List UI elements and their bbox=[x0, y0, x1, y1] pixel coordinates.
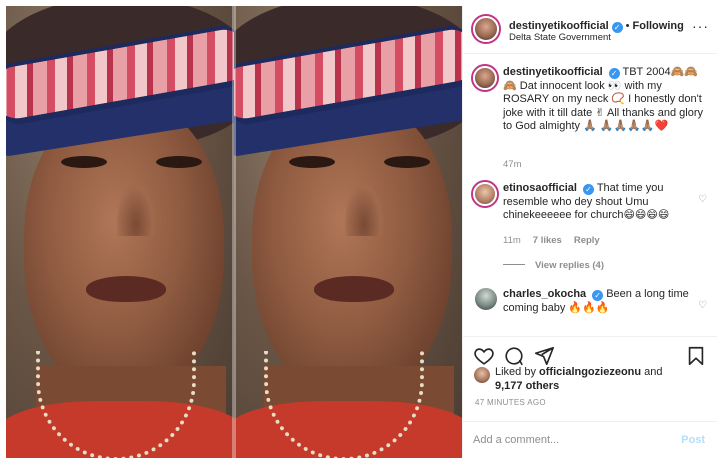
post-side-panel: destinyetikoofficial ✓ • Following Delta St… bbox=[462, 6, 717, 458]
collage-divider bbox=[232, 6, 236, 458]
add-comment-bar: Post bbox=[463, 421, 717, 458]
post-timestamp[interactable]: 47 MINUTES AGO bbox=[475, 398, 546, 407]
heart-icon[interactable] bbox=[473, 345, 495, 367]
likes-others[interactable]: 9,177 others bbox=[495, 380, 559, 392]
verified-check-icon: ✓ bbox=[608, 68, 620, 79]
comment-likes[interactable]: 7 likes bbox=[533, 235, 562, 246]
likes-summary: Liked by officialngoziezeonu and 9,177 o… bbox=[495, 366, 663, 392]
liker-avatar[interactable] bbox=[473, 366, 491, 384]
comment-like-heart-icon[interactable]: ♡ bbox=[698, 300, 707, 311]
post-location[interactable]: Delta State Government bbox=[509, 32, 611, 43]
caption-author-avatar[interactable] bbox=[471, 64, 499, 92]
comment-input[interactable] bbox=[473, 431, 663, 449]
comment-username[interactable]: charles_okocha bbox=[503, 288, 586, 300]
verified-check-icon: ✓ bbox=[582, 184, 594, 195]
commenter-avatar[interactable] bbox=[471, 180, 499, 208]
caption-time: 47m bbox=[503, 159, 522, 170]
separator-dot: • bbox=[625, 20, 630, 32]
comment-meta: 11m 7 likes Reply bbox=[503, 235, 600, 246]
comments-section: destinyetikoofficial ✓ TBT 2004🙈🙈🙈 Dat in… bbox=[463, 54, 717, 336]
comment-reply-button[interactable]: Reply bbox=[574, 235, 600, 246]
comment-item: etinosaofficial ✓ That time you resemble … bbox=[503, 182, 693, 223]
comment-bubble-icon[interactable] bbox=[503, 345, 525, 367]
verified-check-icon: ✓ bbox=[611, 22, 623, 33]
following-button[interactable]: Following bbox=[633, 20, 684, 32]
post-comment-button[interactable]: Post bbox=[681, 434, 705, 446]
comment-like-heart-icon[interactable]: ♡ bbox=[698, 194, 707, 205]
caption-username[interactable]: destinyetikoofficial bbox=[503, 66, 603, 78]
author-username[interactable]: destinyetikoofficial bbox=[509, 20, 609, 32]
more-options-icon[interactable]: ··· bbox=[692, 18, 709, 34]
instagram-post-frame: destinyetikoofficial ✓ • Following Delta St… bbox=[0, 0, 720, 463]
author-avatar[interactable] bbox=[471, 14, 501, 44]
photo-right-half bbox=[234, 6, 462, 458]
commenter-avatar[interactable] bbox=[473, 286, 499, 312]
replies-line bbox=[503, 264, 525, 265]
view-replies[interactable]: View replies (4) bbox=[503, 260, 604, 271]
liker-username[interactable]: officialngoziezeonu bbox=[539, 366, 641, 378]
comment-time: 11m bbox=[503, 235, 521, 246]
comment-item: charles_okocha ✓ Been a long time coming … bbox=[503, 288, 693, 315]
photo-left-half bbox=[6, 6, 234, 458]
bookmark-icon[interactable] bbox=[685, 345, 707, 367]
paper-plane-icon[interactable] bbox=[533, 345, 555, 367]
verified-check-icon: ✓ bbox=[592, 290, 604, 301]
comment-username[interactable]: etinosaofficial bbox=[503, 182, 577, 194]
caption: destinyetikoofficial ✓ TBT 2004🙈🙈🙈 Dat in… bbox=[503, 66, 708, 134]
post-header: destinyetikoofficial ✓ • Following Delta St… bbox=[463, 6, 717, 54]
post-photo[interactable] bbox=[6, 6, 462, 458]
post-actions: Liked by officialngoziezeonu and 9,177 o… bbox=[463, 336, 717, 426]
